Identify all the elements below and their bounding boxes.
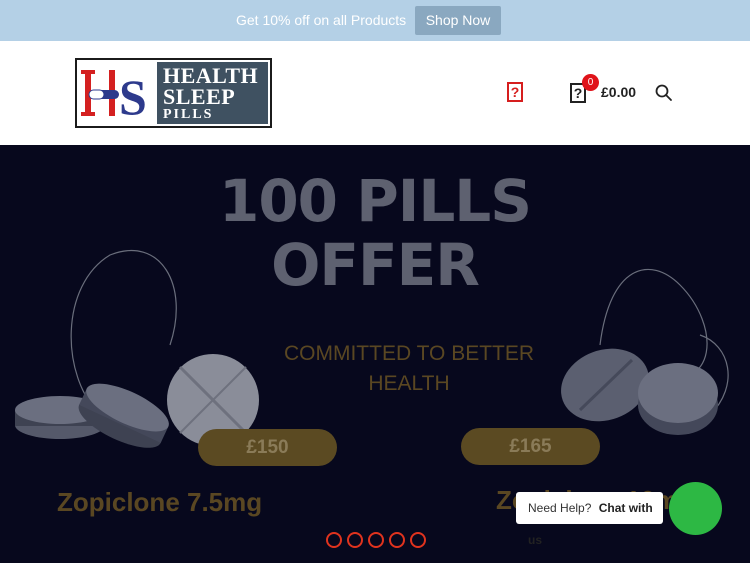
hero-subtitle-line1: COMMITTED TO BETTER — [283, 342, 535, 365]
logo-mark: S — [79, 62, 157, 125]
chat-widget-button[interactable] — [669, 482, 722, 535]
slider-dot-1[interactable] — [326, 532, 342, 548]
price-button-zopiclone-7-5mg[interactable]: £150 — [198, 429, 337, 466]
logo-line-pills: PILLS — [163, 107, 214, 122]
search-icon[interactable] — [654, 83, 674, 103]
hero-title-line1: 100 PILLS — [218, 167, 532, 235]
slider-dot-5[interactable] — [410, 532, 426, 548]
hero-subtitle-line2: HEALTH — [368, 372, 450, 395]
svg-text:S: S — [119, 69, 147, 124]
hero-slider: 100 PILLS OFFER COMMITTED TO BETTER HEAL… — [0, 145, 750, 563]
price-button-zopiclone-10mg[interactable]: £165 — [461, 428, 600, 465]
promo-bar: Get 10% off on all Products Shop Now — [0, 0, 750, 41]
cart-total[interactable]: £0.00 — [601, 84, 636, 100]
shop-now-button[interactable]: Shop Now — [415, 6, 501, 35]
cart-count-badge: 0 — [582, 74, 599, 91]
slider-dot-4[interactable] — [389, 532, 405, 548]
wishlist-icon[interactable]: ? — [507, 82, 523, 102]
product-name-zopiclone-7-5mg[interactable]: Zopiclone 7.5mg — [57, 487, 262, 518]
chat-help-bubble[interactable]: Need Help? Chat with us — [516, 492, 663, 547]
logo-hs-icon: S — [81, 69, 147, 125]
site-logo[interactable]: S HEALTH SLEEP PILLS — [75, 58, 272, 128]
slider-dot-2[interactable] — [347, 532, 363, 548]
chat-prompt: Need Help? — [528, 501, 592, 515]
site-header: S HEALTH SLEEP PILLS ? ? 0 £0.00 — [0, 41, 750, 145]
slider-pagination — [326, 532, 426, 548]
hero-title-line2: OFFER — [271, 231, 480, 299]
promo-text: Get 10% off on all Products — [236, 12, 407, 28]
logo-text-panel: HEALTH SLEEP PILLS — [157, 62, 268, 124]
slider-dot-3[interactable] — [368, 532, 384, 548]
